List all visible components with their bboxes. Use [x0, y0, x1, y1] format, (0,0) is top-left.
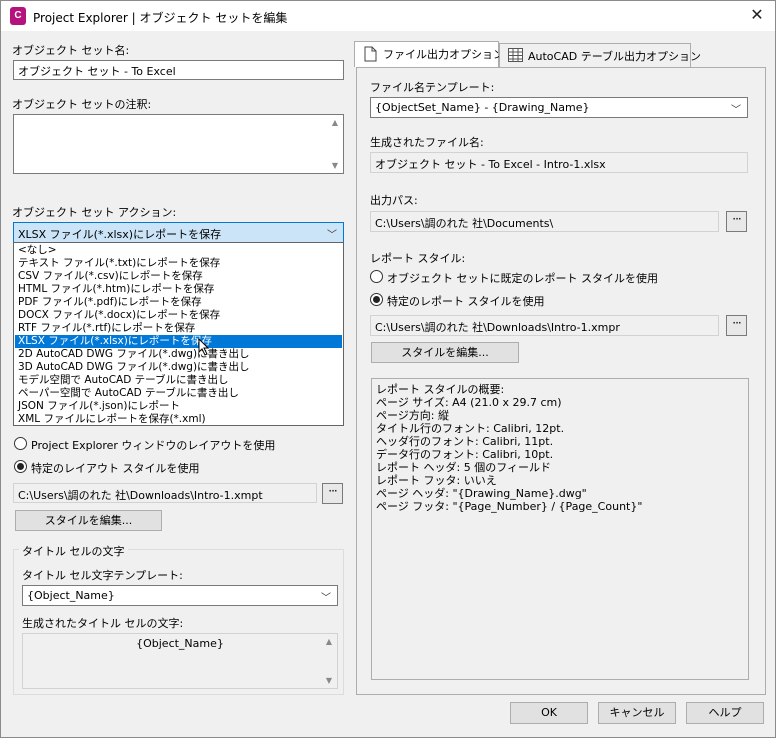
cancel-button[interactable]: キャンセル — [598, 702, 676, 724]
chevron-down-icon: ﹀ — [327, 230, 337, 241]
title-template-select[interactable]: {Object_Name} ﹀ — [22, 585, 338, 606]
document-icon — [364, 46, 377, 62]
title-template-value: {Object_Name} — [27, 589, 115, 602]
title-template-label: タイトル セル文字テンプレート: — [22, 569, 183, 582]
layout-radio-specific[interactable] — [14, 460, 27, 473]
ellipsis-icon: ··· — [328, 484, 338, 498]
object-set-action-select[interactable]: XLSX ファイル(*.xlsx)にレポートを保存 ﹀ — [13, 222, 344, 243]
ellipsis-icon: ··· — [732, 212, 742, 226]
window-title: Project Explorer | オブジェクト セットを編集 — [33, 11, 288, 25]
table-icon — [508, 48, 523, 62]
dropdown-option[interactable]: テキスト ファイル(*.txt)にレポートを保存 — [15, 257, 342, 270]
dropdown-option[interactable]: ペーパー空間で AutoCAD テーブルに書き出し — [15, 387, 342, 400]
style-radio-specific-label[interactable]: 特定のレポート スタイルを使用 — [387, 293, 545, 309]
layout-path-field: C:\Users\調のれた 社\Downloads\Intro-1.xmpt — [13, 483, 317, 503]
ok-button[interactable]: OK — [510, 702, 588, 724]
generated-title-scrollbar[interactable]: ▲ ▼ — [322, 635, 336, 687]
title-bar: C Project Explorer | オブジェクト セットを編集 ✕ — [1, 1, 775, 31]
tab-autocad-table-output-label: AutoCAD テーブル出力オプション — [528, 50, 702, 63]
layout-radio-specific-label[interactable]: 特定のレイアウト スタイルを使用 — [31, 460, 200, 476]
browse-output-path-button[interactable]: ··· — [726, 211, 747, 232]
object-set-note-label: オブジェクト セットの注釈: — [12, 98, 152, 111]
dialog-window: C Project Explorer | オブジェクト セットを編集 ✕ オブジ… — [0, 0, 776, 738]
output-path-field: C:\Users\調のれた 社\Documents\ — [370, 211, 719, 232]
browse-report-style-button[interactable]: ··· — [726, 315, 747, 336]
scroll-down-icon[interactable]: ▼ — [328, 161, 342, 170]
generated-filename-field: オブジェクト セット - To Excel - Intro-1.xlsx — [370, 152, 748, 173]
app-icon: C — [10, 7, 26, 25]
dropdown-option[interactable]: PDF ファイル(*.pdf)にレポートを保存 — [15, 296, 342, 309]
summary-line: ページ フッタ: "{Page_Number} / {Page_Count}" — [376, 500, 643, 513]
dropdown-option[interactable]: HTML ファイル(*.htm)にレポートを保存 — [15, 283, 342, 296]
object-set-name-input[interactable]: オブジェクト セット - To Excel — [13, 60, 344, 80]
tab-autocad-table-output[interactable]: AutoCAD テーブル出力オプション — [499, 43, 701, 67]
tab-file-output[interactable]: ファイル出力オプション — [354, 41, 504, 67]
dropdown-option[interactable]: <なし> — [15, 244, 342, 257]
filename-template-label: ファイル名テンプレート: — [370, 81, 495, 94]
chevron-down-icon: ﹀ — [321, 593, 331, 604]
object-set-action-label: オブジェクト セット アクション: — [12, 206, 177, 219]
report-style-summary: レポート スタイルの概要: ページ サイズ: A4 (21.0 x 29.7 c… — [371, 378, 749, 680]
generated-filename-label: 生成されたファイル名: — [370, 136, 484, 149]
layout-radio-window-label[interactable]: Project Explorer ウィンドウのレイアウトを使用 — [31, 437, 275, 453]
action-dropdown-list[interactable]: <なし> テキスト ファイル(*.txt)にレポートを保存 CSV ファイル(*… — [13, 242, 344, 426]
chevron-down-icon: ﹀ — [731, 105, 741, 116]
dropdown-option[interactable]: CSV ファイル(*.csv)にレポートを保存 — [15, 270, 342, 283]
generated-title-value: {Object_Name} — [136, 637, 224, 650]
dropdown-option[interactable]: XML ファイルにレポートを保存(*.xml) — [15, 413, 342, 426]
edit-report-style-button[interactable]: スタイルを編集... — [371, 342, 519, 363]
object-set-name-label: オブジェクト セット名: — [12, 44, 130, 57]
generated-title-field: {Object_Name} ▲ ▼ — [22, 633, 338, 689]
style-radio-specific[interactable] — [370, 293, 383, 306]
report-style-label: レポート スタイル: — [370, 252, 466, 265]
scroll-up-icon[interactable]: ▲ — [328, 118, 342, 127]
filename-template-select[interactable]: {ObjectSet_Name} - {Drawing_Name} ﹀ — [370, 97, 748, 118]
filename-template-value: {ObjectSet_Name} - {Drawing_Name} — [375, 101, 590, 114]
close-icon[interactable]: ✕ — [747, 5, 767, 25]
dropdown-option-selected[interactable]: XLSX ファイル(*.xlsx)にレポートを保存 — [15, 335, 342, 348]
report-style-path-field: C:\Users\調のれた 社\Downloads\Intro-1.xmpr — [370, 315, 719, 336]
generated-title-label: 生成されたタイトル セルの文字: — [22, 617, 184, 630]
tab-file-output-label: ファイル出力オプション — [383, 48, 504, 61]
dropdown-option[interactable]: 2D AutoCAD DWG ファイル(*.dwg)に書き出し — [15, 348, 342, 361]
help-button[interactable]: ヘルプ — [686, 702, 764, 724]
note-scrollbar[interactable]: ▲ ▼ — [328, 116, 342, 172]
mouse-cursor-icon — [198, 338, 210, 356]
dropdown-option[interactable]: JSON ファイル(*.json)にレポート — [15, 400, 342, 413]
ellipsis-icon: ··· — [732, 316, 742, 330]
title-cell-group-label: タイトル セルの文字 — [19, 543, 128, 559]
dropdown-option[interactable]: DOCX ファイル(*.docx)にレポートを保存 — [15, 309, 342, 322]
dropdown-option[interactable]: 3D AutoCAD DWG ファイル(*.dwg)に書き出し — [15, 361, 342, 374]
action-selected-value: XLSX ファイル(*.xlsx)にレポートを保存 — [18, 228, 222, 241]
layout-radio-window[interactable] — [14, 437, 27, 450]
browse-layout-button[interactable]: ··· — [322, 483, 343, 504]
scroll-down-icon[interactable]: ▼ — [322, 676, 336, 685]
dropdown-option[interactable]: モデル空間で AutoCAD テーブルに書き出し — [15, 374, 342, 387]
scroll-up-icon[interactable]: ▲ — [322, 637, 336, 646]
style-radio-default[interactable] — [370, 270, 383, 283]
style-radio-default-label[interactable]: オブジェクト セットに既定のレポート スタイルを使用 — [387, 270, 658, 286]
edit-layout-style-button[interactable]: スタイルを編集... — [15, 510, 162, 531]
output-path-label: 出力パス: — [370, 194, 418, 207]
object-set-note-textarea[interactable]: ▲ ▼ — [13, 114, 344, 174]
dropdown-option[interactable]: RTF ファイル(*.rtf)にレポートを保存 — [15, 322, 342, 335]
